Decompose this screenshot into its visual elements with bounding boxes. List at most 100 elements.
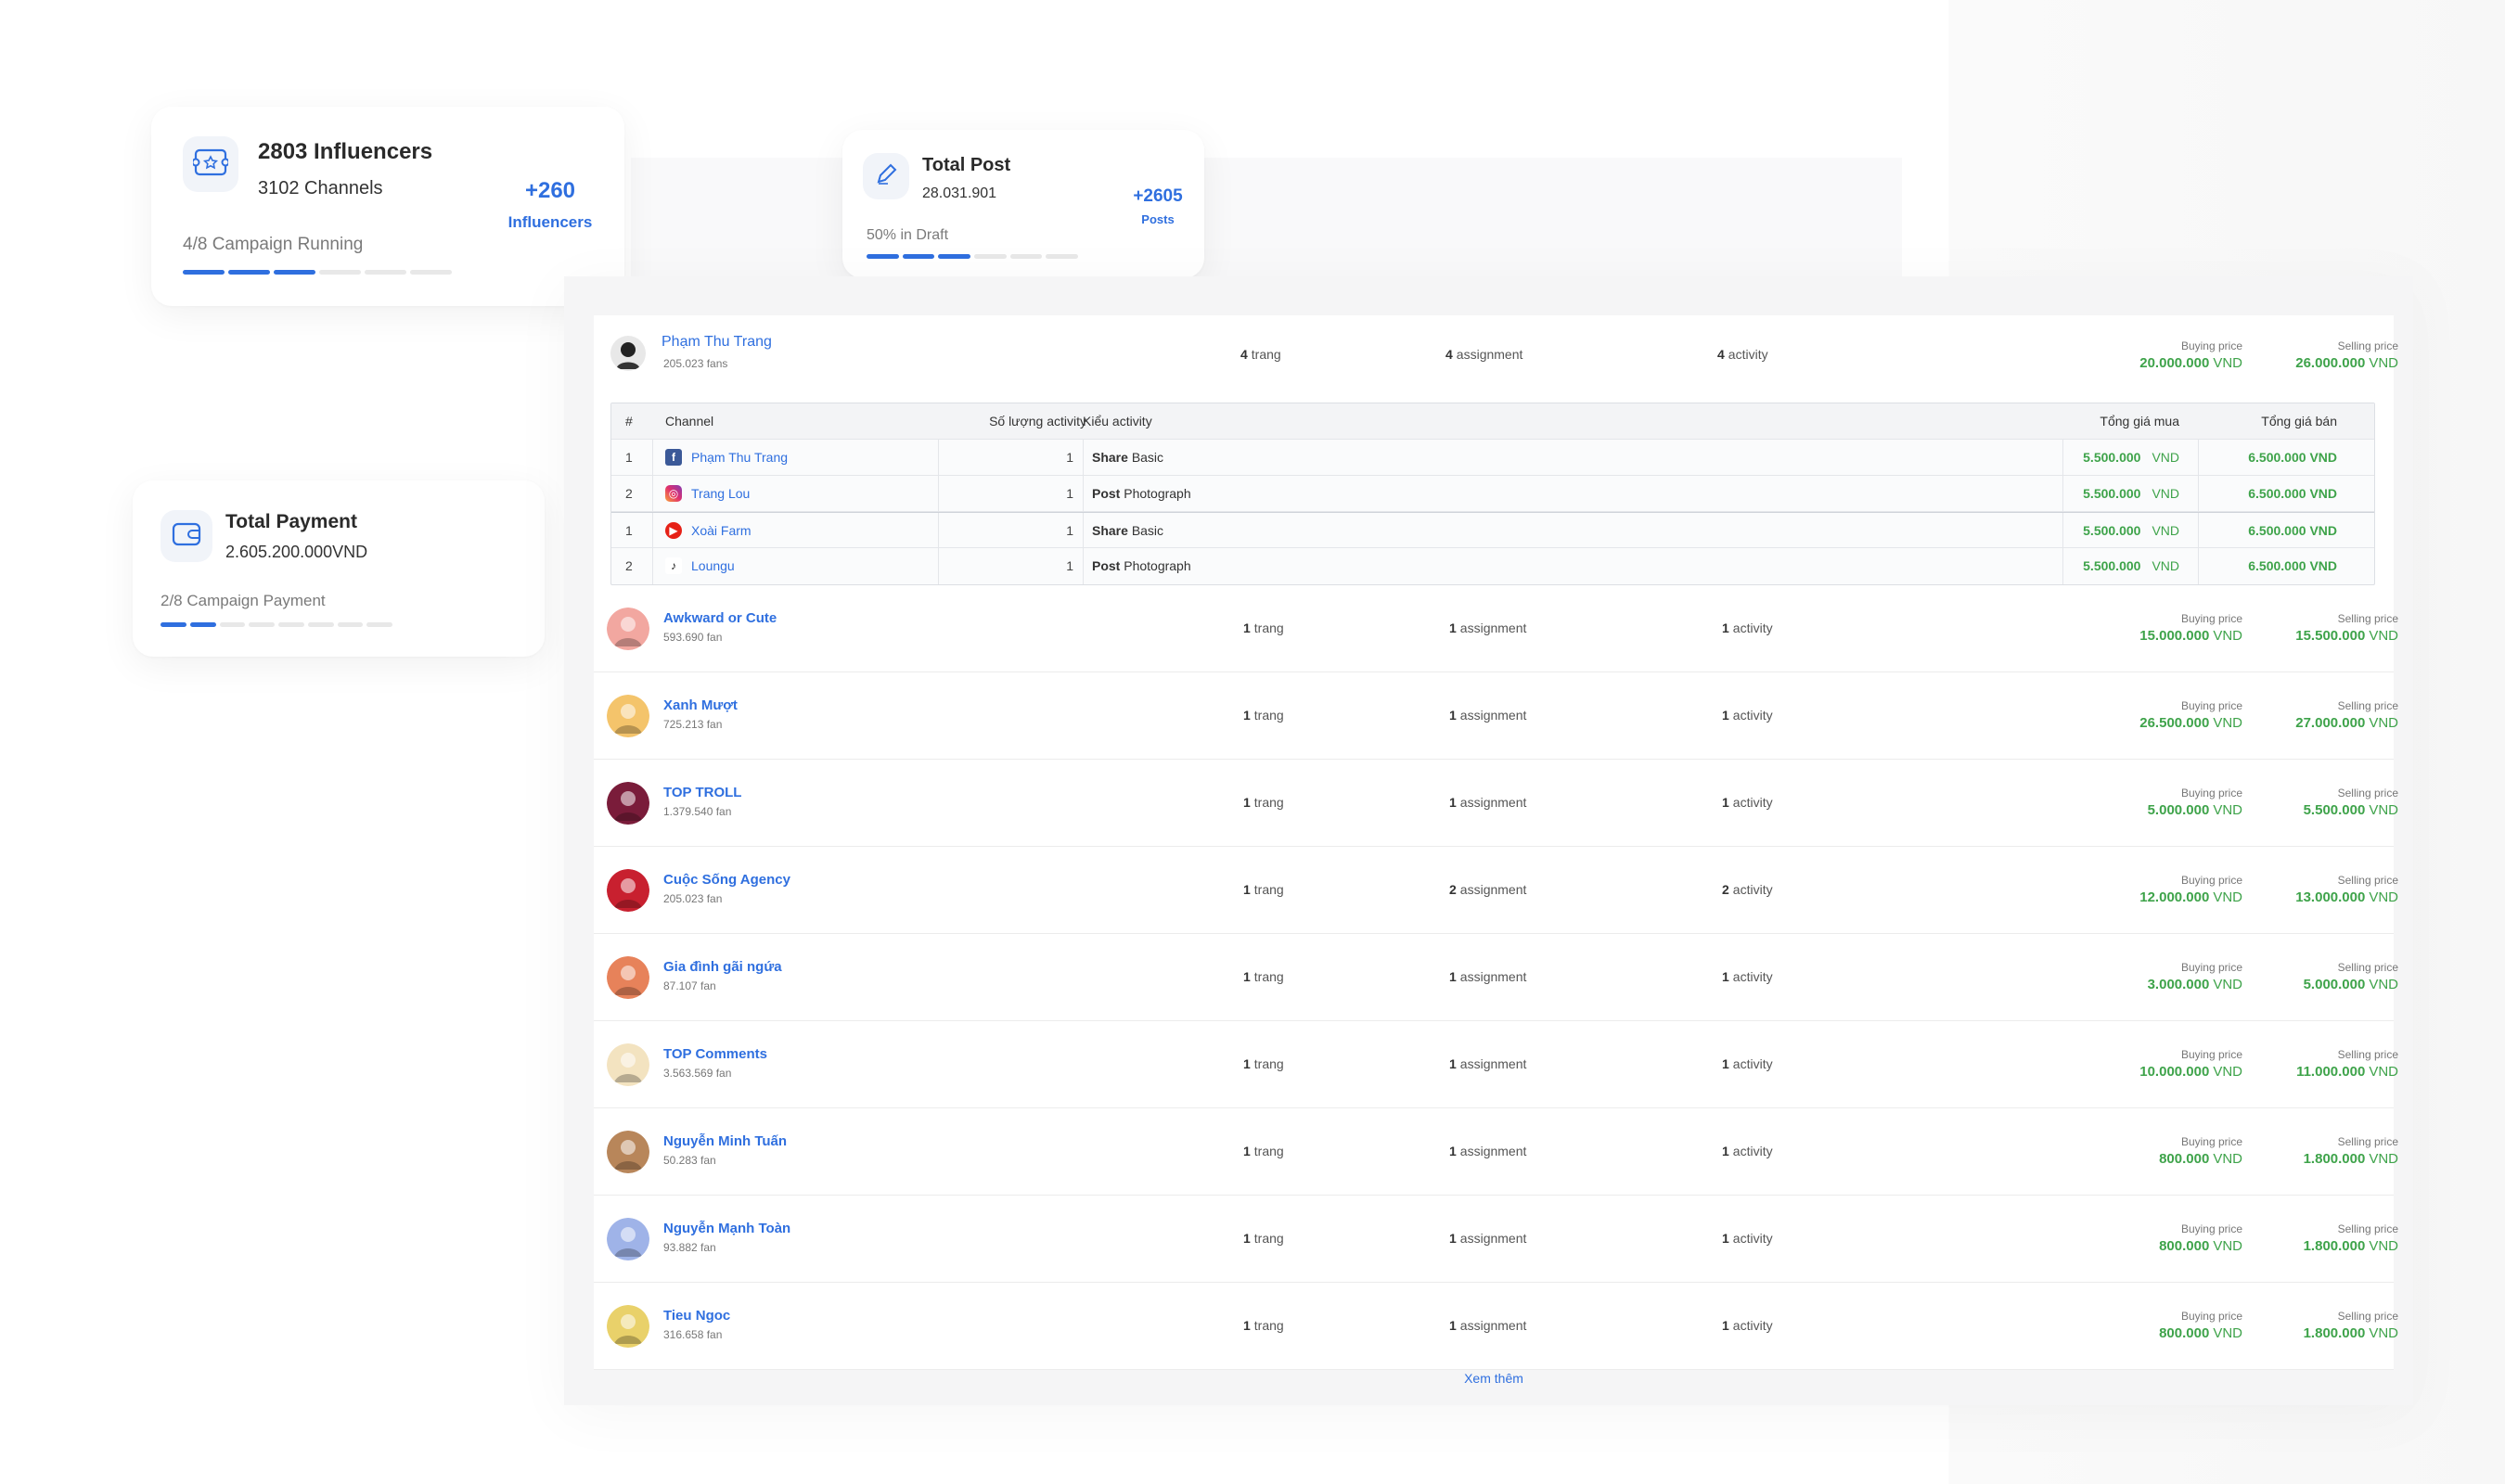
avatar [610, 336, 646, 371]
influencer-name[interactable]: TOP Comments [663, 1046, 767, 1062]
selling-price-label: Selling price [2337, 699, 2398, 712]
trang-count: 1 trang [1243, 1231, 1284, 1246]
buying-price: 3.000.000 VND [2147, 977, 2242, 992]
channel-name[interactable]: Phạm Thu Trang [691, 450, 788, 465]
influencer-name[interactable]: Xanh Mượt [663, 697, 738, 713]
activity-count: 1 activity [1722, 1231, 1773, 1246]
assignment-count: 1 assignment [1449, 1144, 1527, 1158]
influencer-name[interactable]: Phạm Thu Trang [662, 334, 772, 351]
total-post-title: Total Post [922, 155, 1011, 175]
assignment-count: 1 assignment [1449, 969, 1527, 984]
wallet-icon [171, 520, 202, 553]
influencer-row[interactable]: Cuộc Sống Agency 205.023 fan 1 trang 2 ass… [594, 847, 2398, 934]
influencer-row[interactable]: Nguyễn Mạnh Toàn 93.882 fan 1 trang 1 assi… [594, 1196, 2398, 1283]
influencers-title: 2803 Influencers [258, 139, 433, 164]
activity-count: 1 activity [1722, 1144, 1773, 1158]
buying-price: 12.000.000 VND [2139, 889, 2242, 905]
buying-price-label: Buying price [2180, 874, 2242, 887]
buying-price-label: Buying price [2180, 1310, 2242, 1323]
post-icon-box [863, 153, 909, 199]
campaign-running-progress [183, 270, 456, 275]
channel-cell[interactable]: ♪ Loungu [665, 548, 735, 583]
activity-qty: 1 [1066, 486, 1073, 501]
activity-count: 1 activity [1722, 620, 1773, 635]
avatar [607, 1218, 649, 1260]
trang-count: 1 trang [1243, 1318, 1284, 1333]
influencer-row[interactable]: Tieu Ngoc 316.658 fan 1 trang 1 assignment… [594, 1283, 2398, 1370]
influencer-row[interactable]: TOP TROLL 1.379.540 fan 1 trang 1 assignme… [594, 760, 2398, 847]
activity-count: 1 activity [1722, 795, 1773, 810]
selling-price-label: Selling price [2337, 874, 2398, 887]
col-buy-total: Tổng giá mua [2100, 414, 2179, 429]
channel-cell[interactable]: ◎ Trang Lou [665, 476, 750, 511]
channel-subtable: # Channel Số lượng activity Kiểu activit… [610, 403, 2375, 585]
tiktok-icon: ♪ [665, 557, 682, 575]
buying-price-label: Buying price [2180, 1048, 2242, 1061]
influencer-row[interactable]: Awkward or Cute 593.690 fan 1 trang 1 assi… [594, 585, 2398, 672]
influencer-row-expanded[interactable]: Phạm Thu Trang 205.023 fans 4 trang 4 assi… [594, 315, 2398, 408]
channel-name[interactable]: Xoài Farm [691, 523, 752, 538]
channels-count: 3102 Channels [258, 178, 383, 198]
assignment-count: 1 assignment [1449, 1056, 1527, 1071]
influencer-name[interactable]: TOP TROLL [663, 785, 741, 800]
activity-qty: 1 [1066, 558, 1073, 573]
assignment-count: 2 assignment [1449, 882, 1527, 897]
activity-count: 2 activity [1722, 882, 1773, 897]
total-post-card: Total Post 28.031.901 +2605 Posts 50% in… [842, 130, 1204, 278]
avatar [607, 1043, 649, 1086]
buy-total: 5.500.000 VND [2083, 558, 2179, 573]
buy-total: 5.500.000 VND [2083, 486, 2179, 501]
channel-cell[interactable]: f Phạm Thu Trang [665, 440, 788, 475]
influencer-row[interactable]: Nguyễn Minh Tuấn 50.283 fan 1 trang 1 assi… [594, 1108, 2398, 1196]
activity-count: 1 activity [1722, 708, 1773, 723]
sell-total: 6.500.000 VND [2248, 523, 2337, 538]
influencer-fans: 725.213 fan [663, 718, 723, 731]
selling-price-label: Selling price [2337, 1310, 2398, 1323]
influencer-name[interactable]: Nguyễn Mạnh Toàn [663, 1221, 790, 1236]
youtube-icon: ▶ [665, 522, 682, 540]
assignment-count: 1 assignment [1449, 1231, 1527, 1246]
total-payment-amount: 2.605.200.000VND [225, 543, 368, 561]
influencer-name[interactable]: Awkward or Cute [663, 610, 777, 626]
assignment-count: 1 assignment [1449, 795, 1527, 810]
influencer-name[interactable]: Gia đình gãi ngứa [663, 959, 782, 975]
buying-price: 800.000 VND [2159, 1238, 2242, 1254]
channel-name[interactable]: Trang Lou [691, 486, 750, 501]
star-ticket-icon [191, 147, 230, 182]
channel-row: 2 ◎ Trang Lou 1 Post Photograph 5.500.000… [611, 476, 2374, 512]
sell-total: 6.500.000 VND [2248, 486, 2337, 501]
buy-total: 5.500.000 VND [2083, 450, 2179, 465]
selling-price: 26.000.000 VND [2295, 355, 2398, 371]
buy-total: 5.500.000 VND [2083, 523, 2179, 538]
influencer-row[interactable]: Gia đình gãi ngứa 87.107 fan 1 trang 1 ass… [594, 934, 2398, 1021]
activity-type: Share Basic [1092, 523, 1164, 538]
buying-price: 26.500.000 VND [2139, 715, 2242, 731]
trang-count: 4 trang [1240, 347, 1281, 362]
facebook-icon: f [665, 449, 682, 467]
selling-price-label: Selling price [2337, 1135, 2398, 1148]
activity-type: Post Photograph [1092, 558, 1191, 573]
channel-row: 2 ♪ Loungu 1 Post Photograph 5.500.000 VND… [611, 548, 2374, 584]
influencer-row[interactable]: Xanh Mượt 725.213 fan 1 trang 1 assignment… [594, 672, 2398, 760]
influencer-fans: 87.107 fan [663, 979, 716, 992]
channel-name[interactable]: Loungu [691, 558, 735, 573]
influencer-fans: 316.658 fan [663, 1328, 723, 1341]
selling-price: 5.500.000 VND [2303, 802, 2398, 818]
see-more-link[interactable]: Xem thêm [594, 1371, 2394, 1386]
row-index: 1 [625, 523, 633, 538]
buying-price: 20.000.000 VND [2139, 355, 2242, 371]
row-index: 2 [625, 558, 633, 573]
influencer-fans: 50.283 fan [663, 1154, 716, 1167]
influencer-row[interactable]: TOP Comments 3.563.569 fan 1 trang 1 assig… [594, 1021, 2398, 1108]
buying-price: 800.000 VND [2159, 1325, 2242, 1341]
avatar [607, 956, 649, 999]
influencer-name[interactable]: Cuộc Sống Agency [663, 872, 790, 888]
selling-price-label: Selling price [2337, 612, 2398, 625]
influencer-list: Phạm Thu Trang 205.023 fans 4 trang 4 assi… [594, 315, 2398, 1370]
avatar [607, 782, 649, 825]
selling-price: 1.800.000 VND [2303, 1238, 2398, 1254]
influencer-name[interactable]: Tieu Ngoc [663, 1308, 730, 1324]
influencer-name[interactable]: Nguyễn Minh Tuấn [663, 1133, 787, 1149]
channel-cell[interactable]: ▶ Xoài Farm [665, 513, 752, 548]
selling-price-label: Selling price [2337, 1222, 2398, 1235]
